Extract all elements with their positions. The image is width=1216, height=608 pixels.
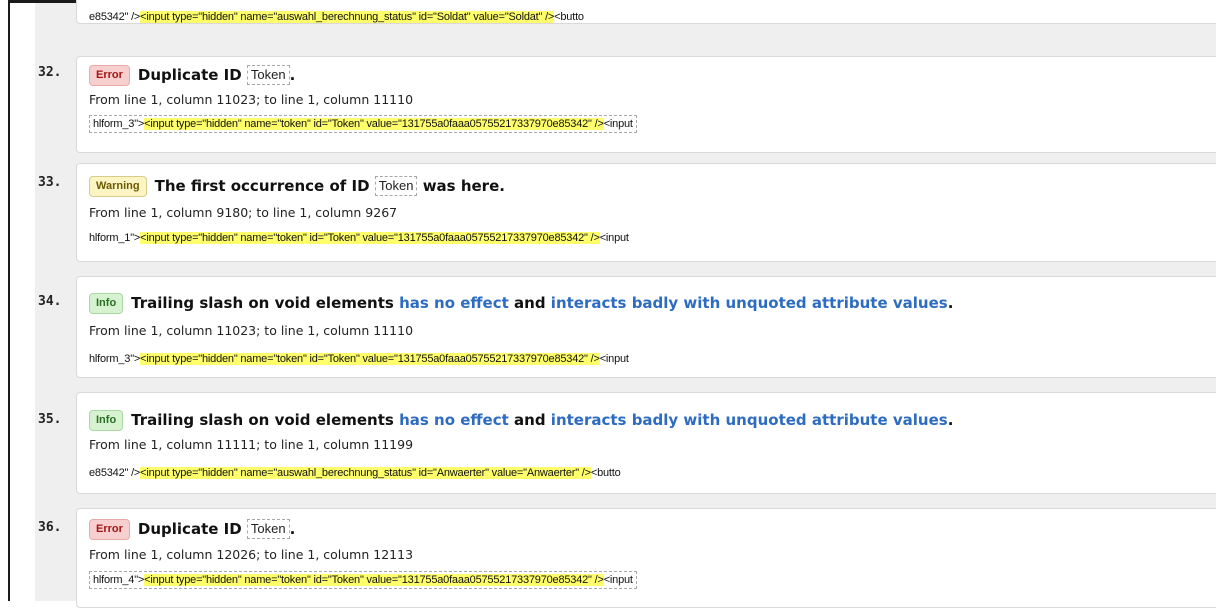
left-border — [8, 0, 10, 601]
error-badge: Error — [89, 519, 130, 540]
message-location: From line 1, column 11023; to line 1, co… — [89, 323, 414, 338]
left-gutter — [10, 3, 35, 601]
extract-highlight: <input type="hidden" name="auswahl_berec… — [140, 11, 555, 23]
source-extract: e85342" /><input type="hidden" name="aus… — [89, 9, 584, 25]
message-location: From line 1, column 9180; to line 1, col… — [89, 205, 398, 220]
title-text: Trailing slash on void elements — [131, 411, 394, 429]
source-extract: hlform_1"><input type="hidden" name="tok… — [89, 230, 629, 246]
validator-results-frame: e85342" /><input type="hidden" name="aus… — [0, 0, 1216, 608]
title-text: The first occurrence of ID — [154, 177, 370, 195]
unquoted-attribute-link[interactable]: interacts badly with unquoted attribute … — [551, 294, 948, 312]
extract-highlight: <input type="hidden" name="token" id="To… — [140, 232, 600, 244]
message-location: From line 1, column 11111; to line 1, co… — [89, 437, 414, 452]
extract-highlight: <input type="hidden" name="auswahl_berec… — [140, 467, 591, 479]
message-title: Info Trailing slash on void elements has … — [89, 409, 953, 431]
extract-after: <input — [599, 232, 629, 244]
source-extract: hlform_3"><input type="hidden" name="tok… — [89, 351, 629, 367]
title-text: Duplicate ID — [137, 520, 242, 538]
message-card: Info Trailing slash on void elements has … — [76, 392, 1216, 494]
has-no-effect-link[interactable]: has no effect — [399, 294, 509, 312]
unquoted-attribute-link[interactable]: interacts badly with unquoted attribute … — [551, 411, 948, 429]
extract-after: <input — [603, 574, 633, 586]
extract-highlight: <input type="hidden" name="token" id="To… — [144, 574, 604, 586]
info-badge: Info — [89, 410, 124, 431]
message-number: 32. — [38, 65, 62, 80]
message-number: 34. — [38, 294, 62, 309]
title-suffix: . — [289, 66, 296, 84]
message-number: 33. — [38, 175, 62, 190]
source-extract: e85342" /><input type="hidden" name="aus… — [89, 465, 621, 481]
error-badge: Error — [89, 65, 130, 86]
extract-highlight: <input type="hidden" name="token" id="To… — [144, 118, 604, 130]
extract-highlight: <input type="hidden" name="token" id="To… — [140, 353, 600, 365]
extract-after: <input — [603, 118, 633, 130]
code-id: Token — [246, 65, 290, 85]
title-end: . — [947, 411, 954, 429]
message-location: From line 1, column 12026; to line 1, co… — [89, 547, 414, 562]
source-extract: hlform_4"><input type="hidden" name="tok… — [89, 571, 637, 589]
extract-after: <butto — [554, 11, 584, 23]
title-suffix: was here. — [422, 177, 505, 195]
title-end: . — [947, 294, 954, 312]
extract-before: hlform_3"> — [93, 118, 145, 130]
title-text: Duplicate ID — [137, 66, 242, 84]
extract-before: hlform_3"> — [89, 353, 141, 365]
message-title: Error Duplicate ID Token. — [89, 518, 295, 540]
info-badge: Info — [89, 293, 124, 314]
extract-before: hlform_4"> — [93, 574, 145, 586]
message-title: Error Duplicate ID Token. — [89, 64, 295, 86]
title-text: Trailing slash on void elements — [131, 294, 394, 312]
message-card: Error Duplicate ID Token. From line 1, co… — [76, 508, 1216, 608]
extract-after: <input — [599, 353, 629, 365]
message-number: 35. — [38, 412, 62, 427]
title-and: and — [514, 411, 546, 429]
message-card-partial: e85342" /><input type="hidden" name="aus… — [76, 0, 1216, 24]
message-card: Error Duplicate ID Token. From line 1, co… — [76, 56, 1216, 153]
message-title: Info Trailing slash on void elements has … — [89, 292, 953, 314]
message-card: Warning The first occurrence of ID Token … — [76, 163, 1216, 262]
message-title: Warning The first occurrence of ID Token … — [89, 175, 505, 197]
title-suffix: . — [289, 520, 296, 538]
extract-before: e85342" /> — [89, 467, 141, 479]
message-location: From line 1, column 11023; to line 1, co… — [89, 92, 414, 107]
code-id: Token — [246, 519, 290, 539]
warning-badge: Warning — [89, 176, 147, 197]
extract-before: hlform_1"> — [89, 232, 141, 244]
has-no-effect-link[interactable]: has no effect — [399, 411, 509, 429]
code-id: Token — [374, 176, 418, 196]
source-extract: hlform_3"><input type="hidden" name="tok… — [89, 115, 637, 133]
extract-before: e85342" /> — [89, 11, 141, 23]
extract-after: <butto — [590, 467, 621, 479]
title-and: and — [514, 294, 546, 312]
message-card: Info Trailing slash on void elements has … — [76, 276, 1216, 378]
message-number: 36. — [38, 520, 62, 535]
